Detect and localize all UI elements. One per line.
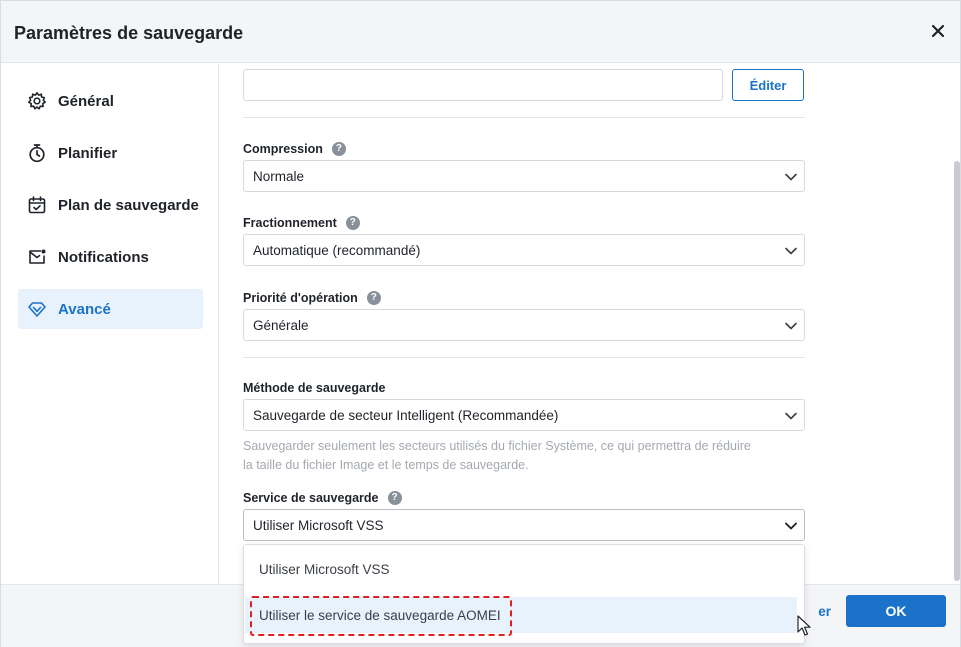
help-icon[interactable]: ? xyxy=(345,216,360,230)
chevron-down-icon xyxy=(785,322,797,330)
divider xyxy=(243,117,805,118)
title-bar: Paramètres de sauvegarde xyxy=(1,1,960,63)
backup-method-select[interactable]: Sauvegarde de secteur Intelligent (Recom… xyxy=(243,399,805,431)
compression-select[interactable]: Normale xyxy=(243,160,805,192)
dialog-title: Paramètres de sauvegarde xyxy=(14,23,244,43)
sidebar-item-label: Avancé xyxy=(58,300,111,318)
splitting-value: Automatique (recommandé) xyxy=(253,243,421,258)
edit-button[interactable]: Éditer xyxy=(732,69,804,101)
mouse-cursor-icon xyxy=(797,615,811,636)
priority-label-text: Priorité d'opération xyxy=(243,291,358,305)
backup-method-description: Sauvegarder seulement les secteurs utili… xyxy=(243,437,813,475)
mail-icon xyxy=(26,246,48,268)
backup-method-label-text: Méthode de sauvegarde xyxy=(243,381,386,395)
priority-label: Priorité d'opération ? xyxy=(243,291,381,305)
splitting-select[interactable]: Automatique (recommandé) xyxy=(243,234,805,266)
sidebar-item-general[interactable]: Général xyxy=(18,81,203,121)
sidebar-item-notifications[interactable]: Notifications xyxy=(18,237,203,277)
help-icon[interactable]: ? xyxy=(366,291,381,305)
description-line: Sauvegarder seulement les secteurs utili… xyxy=(243,439,751,453)
sidebar-item-advanced[interactable]: Avancé xyxy=(18,289,203,329)
help-icon[interactable]: ? xyxy=(331,142,346,156)
diamond-icon xyxy=(26,298,48,320)
backup-method-label: Méthode de sauvegarde xyxy=(243,381,385,395)
sidebar-item-label: Planifier xyxy=(58,144,118,162)
splitting-label: Fractionnement ? xyxy=(243,216,360,230)
dropdown-option-vss[interactable]: Utiliser Microsoft VSS xyxy=(245,551,797,587)
chevron-down-icon xyxy=(785,412,797,420)
sidebar: Général Planifier Plan de sauvegarde Not… xyxy=(1,64,219,584)
priority-value: Générale xyxy=(253,318,309,333)
backup-method-value: Sauvegarde de secteur Intelligent (Recom… xyxy=(253,408,559,423)
priority-select[interactable]: Générale xyxy=(243,309,805,341)
compression-label-text: Compression xyxy=(243,142,323,156)
chevron-down-icon xyxy=(785,173,797,181)
description-line: la taille du fichier Image et le temps d… xyxy=(243,458,529,472)
stopwatch-icon xyxy=(26,142,48,164)
sidebar-item-backup-plan[interactable]: Plan de sauvegarde xyxy=(18,185,203,225)
calendar-check-icon xyxy=(26,194,48,216)
scrollbar-thumb[interactable] xyxy=(954,161,960,581)
help-icon[interactable]: ? xyxy=(387,491,402,505)
chevron-down-icon xyxy=(785,247,797,255)
splitting-label-text: Fractionnement xyxy=(243,216,337,230)
compression-value: Normale xyxy=(253,169,305,184)
sidebar-item-label: Notifications xyxy=(58,248,149,266)
gear-icon xyxy=(26,90,48,112)
compression-label: Compression ? xyxy=(243,142,346,156)
close-icon[interactable] xyxy=(928,21,948,41)
ok-button[interactable]: OK xyxy=(846,595,946,627)
backup-service-select[interactable]: Utiliser Microsoft VSS xyxy=(243,509,805,541)
backup-service-label: Service de sauvegarde ? xyxy=(243,491,402,505)
backup-settings-dialog: Paramètres de sauvegarde Général Planifi… xyxy=(0,0,961,647)
sidebar-item-label: Plan de sauvegarde xyxy=(58,196,199,214)
backup-service-value: Utiliser Microsoft VSS xyxy=(253,518,384,533)
comment-input[interactable] xyxy=(243,69,723,101)
backup-service-dropdown: Utiliser Microsoft VSS Utiliser le servi… xyxy=(243,544,805,644)
sidebar-item-label: Général xyxy=(58,92,114,110)
settings-content: Éditer Compression ? Normale Fractionnem… xyxy=(220,64,950,584)
dropdown-option-aomei[interactable]: Utiliser le service de sauvegarde AOMEI xyxy=(245,597,797,633)
backup-service-label-text: Service de sauvegarde xyxy=(243,491,379,505)
chevron-down-icon xyxy=(785,522,797,530)
sidebar-item-schedule[interactable]: Planifier xyxy=(18,133,203,173)
divider xyxy=(243,357,805,358)
